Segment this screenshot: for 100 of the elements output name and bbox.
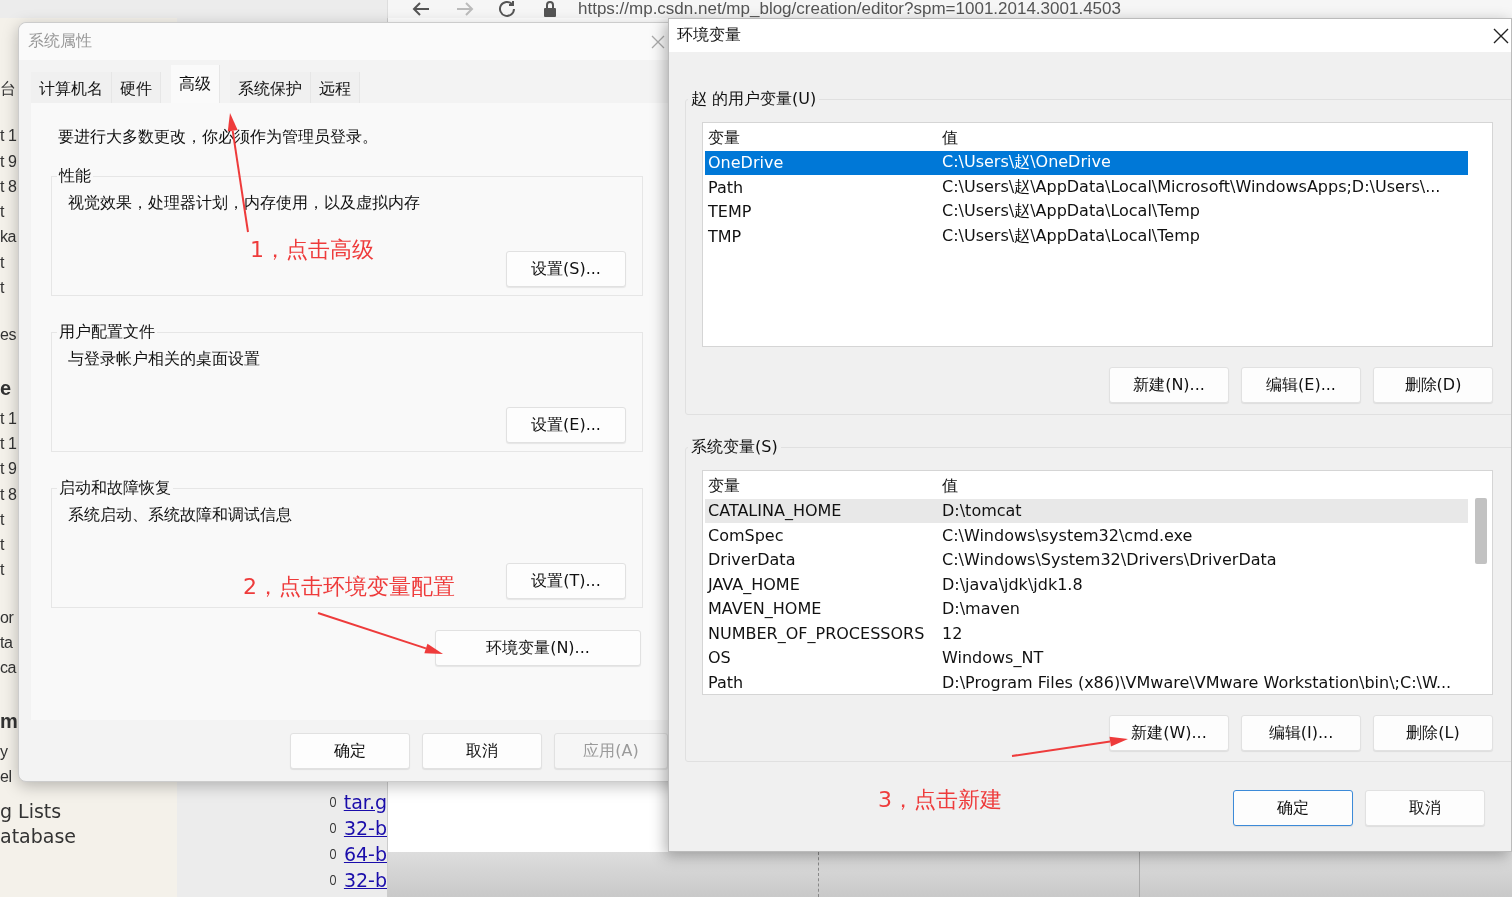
variable-value: C:\Users\赵\AppData\Local\Temp — [942, 225, 1200, 247]
variable-row[interactable]: Path D:\Program Files (x86)\VMware\VMware Workstation\bin\;C:\W... — [705, 670, 1468, 695]
variable-row[interactable]: OneDrive C:\Users\赵\OneDrive — [705, 150, 1468, 175]
download-link[interactable]: 32-b — [343, 869, 387, 891]
lock-icon — [542, 0, 558, 18]
variable-name: OS — [707, 648, 732, 668]
variable-name: MAVEN_HOME — [707, 599, 823, 619]
variable-name: NUMBER_OF_PROCESSORS — [707, 623, 926, 643]
download-link[interactable]: tar.g — [343, 791, 387, 813]
page-text: t — [0, 509, 4, 530]
variable-name: TMP — [707, 226, 743, 246]
variable-row[interactable]: TEMP C:\Users\赵\AppData\Local\Temp — [705, 199, 1468, 224]
variable-value: D:\Program Files (x86)\VMware\VMware Workstation\bin\;C:\W... — [942, 672, 1452, 692]
page-text: t — [0, 535, 4, 556]
close-icon[interactable] — [1493, 27, 1509, 44]
group-description: 系统启动、系统故障和调试信息 — [68, 505, 293, 526]
sidebar-link[interactable]: g Lists — [0, 799, 177, 824]
page-text: es — [0, 325, 16, 346]
variable-value: C:\Windows\system32\cmd.exe — [942, 525, 1193, 545]
page-text: t — [0, 202, 4, 223]
variable-row[interactable]: NUMBER_OF_PROCESSORS 12 — [705, 621, 1468, 646]
group-title: 启动和故障恢复 — [58, 478, 172, 499]
dialog-button[interactable]: 确定 — [290, 733, 410, 769]
variable-value: D:\tomcat — [942, 501, 1022, 521]
page-text: t 8 — [0, 176, 17, 197]
page-text: ca — [0, 658, 16, 679]
variable-name: Path — [707, 177, 745, 197]
page-text: t — [0, 560, 4, 581]
environment-variables-button[interactable]: 环境变量(N)... — [435, 630, 641, 666]
variable-name: OneDrive — [707, 153, 785, 173]
group-title: 性能 — [57, 166, 92, 187]
group-description: 与登录帐户相关的桌面设置 — [68, 349, 261, 370]
annotation-text: 3，点击新建 — [878, 786, 1002, 814]
column-header[interactable]: 变量 — [705, 475, 942, 497]
scrollbar-thumb[interactable] — [1475, 498, 1487, 564]
variable-row[interactable]: TMP C:\Users\赵\AppData\Local\Temp — [705, 224, 1468, 249]
variable-row[interactable]: OS Windows_NT — [705, 645, 1468, 670]
variable-value: C:\Users\赵\AppData\Local\Microsoft\WindowsApps;D:\Users\... — [942, 176, 1441, 198]
sidebar-link[interactable]: atabase — [0, 824, 177, 849]
page-text: y — [0, 741, 8, 762]
variable-name: JAVA_HOME — [706, 574, 801, 594]
variable-row[interactable]: CATALINA_HOME D:\tomcat — [705, 498, 1468, 523]
settings-button[interactable]: 设置(E)... — [506, 407, 626, 443]
page-text: t 1 — [0, 433, 17, 454]
download-link[interactable]: 32-b — [343, 817, 387, 839]
dialog-button[interactable]: 确定 — [1233, 790, 1353, 826]
variable-row[interactable]: JAVA_HOME D:\java\jdk\jdk1.8 — [705, 572, 1468, 597]
list-action-button[interactable]: 编辑(I)... — [1241, 715, 1361, 751]
page-text: t 9 — [0, 459, 17, 480]
annotation-text: 1，点击高级 — [250, 236, 374, 264]
variable-value: C:\Users\赵\OneDrive — [942, 152, 1111, 174]
variable-value: C:\Users\赵\AppData\Local\Temp — [942, 201, 1200, 223]
variable-value: D:\maven — [942, 599, 1020, 619]
variable-name: Path — [707, 672, 745, 692]
page-text: el — [0, 766, 12, 787]
group-description: 视觉效果，处理器计划，内存使用，以及虚拟内存 — [68, 193, 421, 214]
window-title: 环境变量 — [677, 25, 741, 46]
variable-name: ComSpec — [707, 525, 785, 545]
column-header[interactable]: 值 — [942, 127, 958, 149]
page-text: t — [0, 278, 4, 299]
variable-name: TEMP — [707, 202, 753, 222]
page-heading: e — [0, 375, 11, 401]
dialog-button[interactable]: 取消 — [1365, 790, 1485, 826]
list-action-button[interactable]: 新建(W)... — [1109, 715, 1229, 751]
annotation-text: 2，点击环境变量配置 — [243, 573, 455, 601]
page-text: t 1 — [0, 408, 17, 429]
list-action-button[interactable]: 编辑(E)... — [1241, 367, 1361, 403]
page-text: or — [0, 607, 14, 628]
settings-button[interactable]: 设置(T)... — [506, 563, 626, 599]
column-header[interactable]: 变量 — [705, 127, 942, 149]
back-icon[interactable] — [410, 0, 432, 18]
variable-value: Windows_NT — [942, 648, 1044, 668]
group-title: 用户配置文件 — [58, 322, 156, 343]
variable-row[interactable]: MAVEN_HOME D:\maven — [705, 596, 1468, 621]
list-action-button[interactable]: 删除(D) — [1373, 367, 1493, 403]
download-link[interactable]: 64-b — [343, 843, 387, 865]
page-text: t 1 — [0, 126, 17, 147]
page-text: ta — [0, 633, 13, 654]
variable-row[interactable]: ComSpec C:\Windows\system32\cmd.exe — [705, 523, 1468, 548]
group-title: 系统变量(S) — [690, 437, 779, 458]
page-text: t — [0, 252, 4, 273]
variable-name: CATALINA_HOME — [707, 501, 843, 521]
column-header[interactable]: 值 — [942, 475, 958, 497]
settings-button[interactable]: 设置(S)... — [506, 251, 626, 287]
variable-value: D:\java\jdk\jdk1.8 — [942, 574, 1083, 594]
tab[interactable]: 高级 — [171, 65, 220, 103]
variable-row[interactable]: DriverData C:\Windows\System32\Drivers\DriverData — [705, 547, 1468, 572]
variable-name: DriverData — [707, 550, 797, 570]
page-text: t 8 — [0, 484, 17, 505]
dialog-button[interactable]: 取消 — [422, 733, 542, 769]
variable-row[interactable]: Path C:\Users\赵\AppData\Local\Microsoft\WindowsApps;D:\Users\... — [705, 175, 1468, 200]
page-text: 台 — [0, 79, 16, 99]
variable-value: 12 — [942, 623, 963, 643]
variable-value: C:\Windows\System32\Drivers\DriverData — [942, 550, 1277, 570]
list-action-button[interactable]: 删除(L) — [1373, 715, 1493, 751]
page-text: t 9 — [0, 151, 17, 172]
page-heading: m — [0, 708, 18, 734]
address-bar[interactable]: https://mp.csdn.net/mp_blog/creation/editor?spm=1001.2014.3001.4503 — [578, 0, 1121, 18]
page-text: ka — [0, 227, 16, 248]
list-action-button[interactable]: 新建(N)... — [1109, 367, 1229, 403]
